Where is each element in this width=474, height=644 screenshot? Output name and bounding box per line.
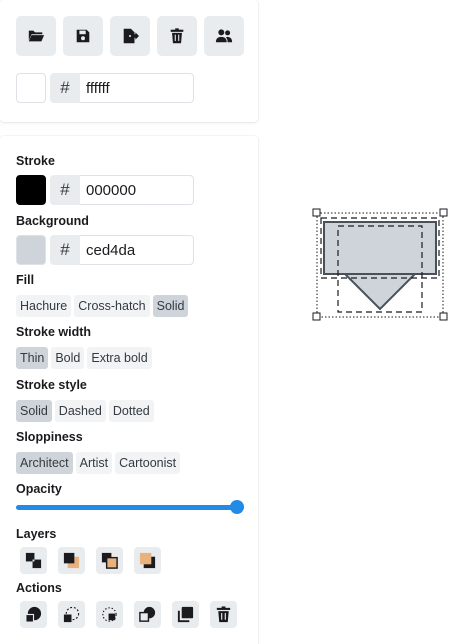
fill-options: Hachure Cross-hatch Solid bbox=[16, 295, 189, 317]
send-to-back-icon bbox=[25, 552, 42, 569]
send-to-back-button[interactable] bbox=[20, 547, 47, 574]
send-backward-icon bbox=[63, 552, 80, 569]
hash-label: # bbox=[50, 175, 80, 205]
copy-styles-icon bbox=[25, 606, 42, 623]
paste-styles-button[interactable] bbox=[58, 601, 85, 628]
actions-label: Actions bbox=[16, 581, 62, 595]
copy-button[interactable] bbox=[172, 601, 199, 628]
save-button[interactable] bbox=[63, 16, 103, 56]
fill-option-cross-hatch[interactable]: Cross-hatch bbox=[74, 295, 150, 317]
selected-shape-on-canvas[interactable] bbox=[310, 206, 450, 324]
opacity-slider-thumb[interactable] bbox=[230, 500, 244, 514]
resize-handle-ne[interactable] bbox=[439, 208, 448, 217]
bring-to-front-icon bbox=[139, 552, 156, 569]
copy-styles-button[interactable] bbox=[20, 601, 47, 628]
sloppiness-option-cartoonist[interactable]: Cartoonist bbox=[115, 452, 181, 474]
stroke-style-options: Solid Dashed Dotted bbox=[16, 400, 154, 422]
clear-canvas-button[interactable] bbox=[157, 16, 197, 56]
save-icon bbox=[76, 29, 90, 43]
group-button[interactable] bbox=[134, 601, 161, 628]
sloppiness-label: Sloppiness bbox=[16, 430, 83, 444]
stroke-style-label: Stroke style bbox=[16, 378, 87, 392]
stroke-hex-input[interactable] bbox=[80, 175, 194, 205]
trash-icon bbox=[216, 606, 231, 623]
opacity-slider[interactable] bbox=[16, 500, 244, 514]
duplicate-icon bbox=[102, 607, 117, 622]
stroke-label: Stroke bbox=[16, 154, 55, 168]
bring-forward-icon bbox=[101, 552, 118, 569]
resize-handle-sw[interactable] bbox=[312, 312, 321, 321]
sloppiness-option-artist[interactable]: Artist bbox=[75, 452, 113, 474]
stroke-style-option-solid[interactable]: Solid bbox=[16, 400, 52, 422]
stroke-style-option-dashed[interactable]: Dashed bbox=[54, 400, 106, 422]
stroke-width-option-extra-bold[interactable]: Extra bold bbox=[87, 347, 152, 369]
stroke-color-picker: # bbox=[16, 175, 194, 205]
canvas-background-picker: # bbox=[16, 73, 194, 103]
collaborate-button[interactable] bbox=[204, 16, 244, 56]
layers-label: Layers bbox=[16, 527, 57, 541]
send-backward-button[interactable] bbox=[58, 547, 85, 574]
users-icon bbox=[215, 29, 233, 43]
bring-to-front-button[interactable] bbox=[134, 547, 161, 574]
canvas-background-hex-input[interactable] bbox=[80, 73, 194, 103]
fill-option-solid[interactable]: Solid bbox=[152, 295, 189, 317]
sloppiness-options: Architect Artist Cartoonist bbox=[16, 452, 181, 474]
stroke-style-option-dotted[interactable]: Dotted bbox=[108, 400, 154, 422]
main-toolbar bbox=[16, 16, 244, 56]
trash-icon bbox=[170, 28, 184, 44]
triangle-shape[interactable] bbox=[342, 273, 418, 311]
group-icon bbox=[139, 606, 156, 622]
top-toolbar-panel: # bbox=[0, 0, 258, 122]
rectangle-shape[interactable] bbox=[323, 221, 437, 275]
background-swatch[interactable] bbox=[16, 235, 46, 265]
stroke-width-label: Stroke width bbox=[16, 325, 92, 339]
hash-label: # bbox=[50, 73, 80, 103]
fill-label: Fill bbox=[16, 273, 35, 287]
fill-option-hachure[interactable]: Hachure bbox=[16, 295, 72, 317]
delete-button[interactable] bbox=[210, 601, 237, 628]
hash-label: # bbox=[50, 235, 80, 265]
stroke-swatch[interactable] bbox=[16, 175, 46, 205]
copy-icon bbox=[177, 606, 194, 623]
stroke-width-option-bold[interactable]: Bold bbox=[51, 347, 85, 369]
resize-handle-nw[interactable] bbox=[312, 208, 321, 217]
export-icon bbox=[123, 28, 139, 44]
opacity-label: Opacity bbox=[16, 482, 62, 496]
stroke-width-option-thin[interactable]: Thin bbox=[16, 347, 49, 369]
canvas-background-swatch[interactable] bbox=[16, 73, 46, 103]
opacity-slider-track bbox=[16, 505, 244, 510]
export-button[interactable] bbox=[110, 16, 150, 56]
folder-open-icon bbox=[27, 30, 45, 42]
background-label: Background bbox=[16, 214, 89, 228]
resize-handle-se[interactable] bbox=[439, 312, 448, 321]
stroke-width-options: Thin Bold Extra bold bbox=[16, 347, 152, 369]
bring-forward-button[interactable] bbox=[96, 547, 123, 574]
properties-panel: Stroke # Background # Fill Hachure Cross… bbox=[0, 136, 258, 644]
duplicate-button[interactable] bbox=[96, 601, 123, 628]
background-color-picker: # bbox=[16, 235, 194, 265]
actions-buttons bbox=[20, 601, 237, 628]
sloppiness-option-architect[interactable]: Architect bbox=[16, 452, 73, 474]
open-button[interactable] bbox=[16, 16, 56, 56]
paste-styles-icon bbox=[63, 606, 80, 623]
background-hex-input[interactable] bbox=[80, 235, 194, 265]
layers-buttons bbox=[20, 547, 161, 574]
